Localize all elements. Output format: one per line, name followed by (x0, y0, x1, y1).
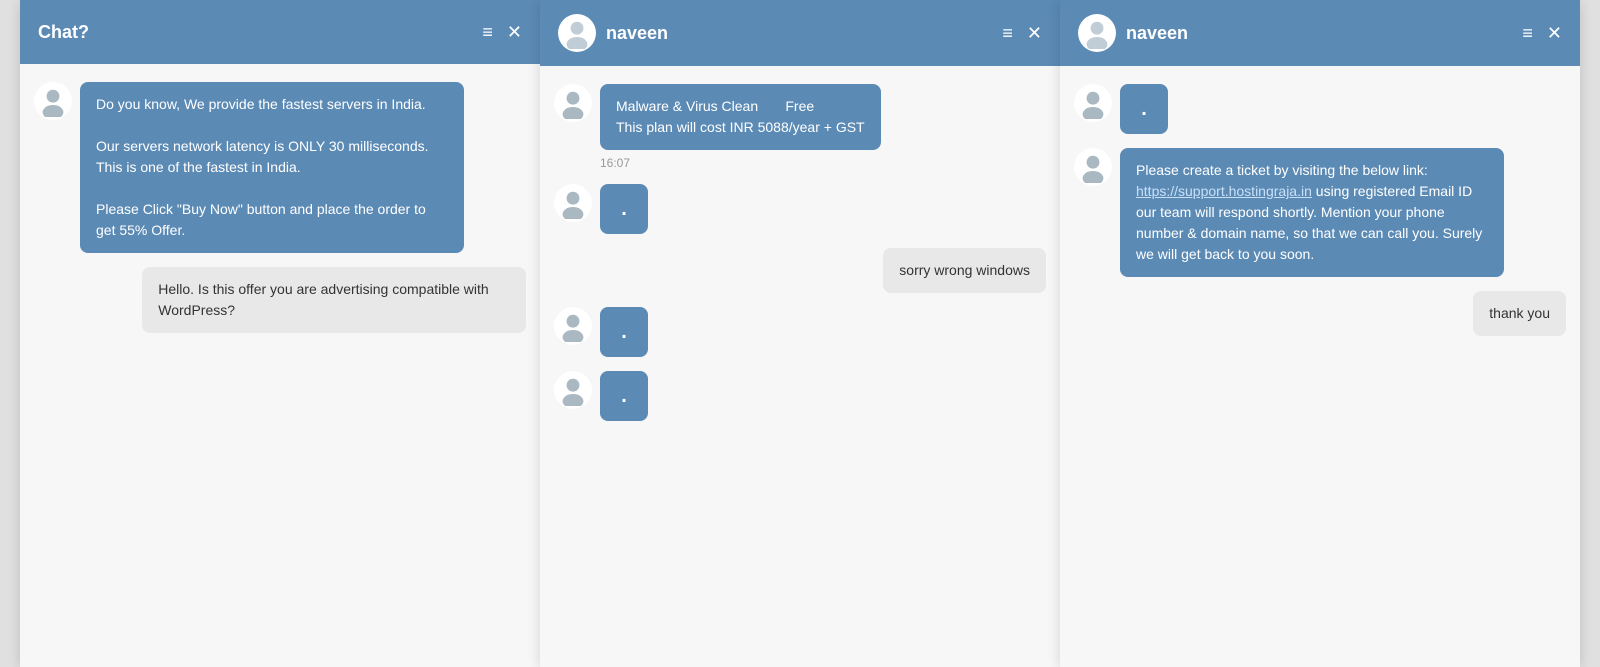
header-icons-2: ≡ ✕ (1002, 23, 1042, 44)
menu-icon-3[interactable]: ≡ (1522, 23, 1533, 44)
dot-bubble: . (600, 371, 648, 421)
menu-icon-1[interactable]: ≡ (482, 22, 493, 43)
user-bubble: thank you (1473, 291, 1566, 336)
message-row: Do you know, We provide the fastest serv… (34, 82, 526, 253)
agent-bubble: Malware & Virus Clean Free This plan wil… (600, 84, 881, 150)
avatar (1074, 84, 1112, 122)
dot-bubble: . (600, 307, 648, 357)
agent-bubble: Do you know, We provide the fastest serv… (80, 82, 464, 253)
chat-title-3: naveen (1126, 23, 1512, 44)
message-row: Please create a ticket by visiting the b… (1074, 148, 1566, 277)
chat-body-3: . Please create a ticket by visiting the… (1060, 66, 1580, 667)
message-row: . (554, 307, 1046, 357)
avatar (554, 84, 592, 122)
agent-bubble: Please create a ticket by visiting the b… (1120, 148, 1504, 277)
chat-window-1: Chat? ≡ ✕ Do you know, We provide the fa… (20, 0, 540, 667)
user-bubble: sorry wrong windows (883, 248, 1046, 293)
chat-title-2: naveen (606, 23, 992, 44)
message-row: sorry wrong windows (554, 248, 1046, 293)
close-icon-2[interactable]: ✕ (1027, 23, 1042, 44)
chat-title-1: Chat? (38, 22, 472, 43)
chat-body-1: Do you know, We provide the fastest serv… (20, 64, 540, 667)
avatar (554, 184, 592, 222)
message-row: . (1074, 84, 1566, 134)
message-row: Hello. Is this offer you are advertising… (34, 267, 526, 333)
header-icons-1: ≡ ✕ (482, 22, 522, 43)
message-row: Malware & Virus Clean Free This plan wil… (554, 84, 1046, 150)
avatar (554, 307, 592, 345)
avatar (554, 371, 592, 409)
avatar (1074, 148, 1112, 186)
chat-window-2: naveen ≡ ✕ Malware & Virus Clean Free Th… (540, 0, 1060, 667)
close-icon-1[interactable]: ✕ (507, 22, 522, 43)
dot-bubble: . (1120, 84, 1168, 134)
menu-icon-2[interactable]: ≡ (1002, 23, 1013, 44)
avatar-header-3 (1078, 14, 1116, 52)
chat-header-3: naveen ≡ ✕ (1060, 0, 1580, 66)
user-bubble: Hello. Is this offer you are advertising… (142, 267, 526, 333)
avatar (34, 82, 72, 120)
message-row: . (554, 371, 1046, 421)
support-link[interactable]: https://support.hostingraja.in (1136, 183, 1312, 199)
chat-header-2: naveen ≡ ✕ (540, 0, 1060, 66)
chat-header-1: Chat? ≡ ✕ (20, 0, 540, 64)
timestamp: 16:07 (600, 156, 1046, 170)
close-icon-3[interactable]: ✕ (1547, 23, 1562, 44)
chat-body-2: Malware & Virus Clean Free This plan wil… (540, 66, 1060, 667)
message-row: . (554, 184, 1046, 234)
header-icons-3: ≡ ✕ (1522, 23, 1562, 44)
dot-bubble: . (600, 184, 648, 234)
chat-window-3: naveen ≡ ✕ . Pleas (1060, 0, 1580, 667)
message-row: thank you (1074, 291, 1566, 336)
avatar-header-2 (558, 14, 596, 52)
